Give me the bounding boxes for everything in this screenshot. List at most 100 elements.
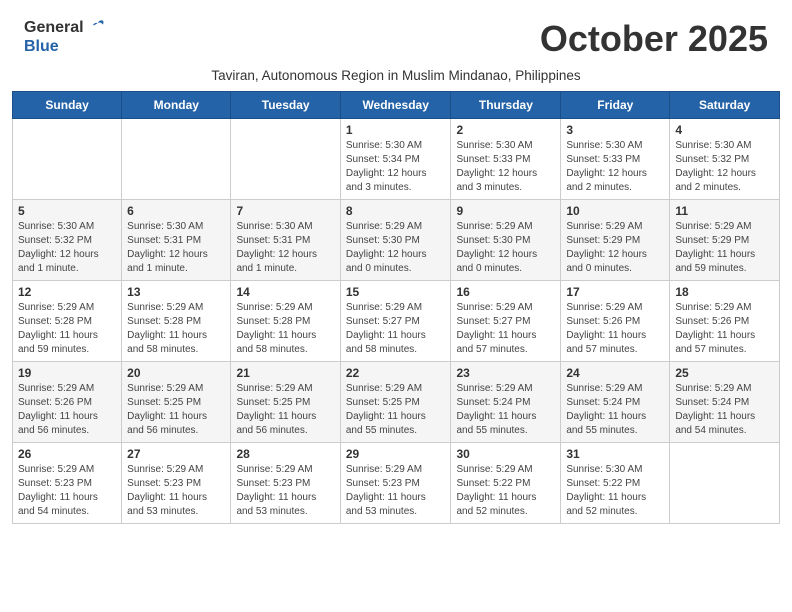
calendar-row-1: 1 Sunrise: 5:30 AM Sunset: 5:34 PM Daylig… <box>13 119 780 200</box>
page-header: General Blue October 2025 <box>0 0 792 66</box>
day-info: Sunrise: 5:29 AM Sunset: 5:24 PM Dayligh… <box>456 382 555 438</box>
calendar-cell: 17Sunrise: 5:29 AM Sunset: 5:26 PM Dayli… <box>561 281 670 362</box>
header-day-friday: Friday <box>561 92 670 119</box>
calendar-cell: 1 Sunrise: 5:30 AM Sunset: 5:34 PM Daylig… <box>340 119 451 200</box>
day-info: Sunrise: 5:29 AM Sunset: 5:30 PM Dayligh… <box>346 220 446 276</box>
calendar-cell <box>231 119 340 200</box>
day-info: Sunrise: 5:29 AM Sunset: 5:23 PM Dayligh… <box>18 463 116 519</box>
day-info: Sunrise: 5:29 AM Sunset: 5:25 PM Dayligh… <box>127 382 225 438</box>
calendar-cell: 19 Sunrise: 5:29 AM Sunset: 5:26 PM Dayli… <box>13 362 122 443</box>
day-number: 14 <box>236 285 334 299</box>
logo-bird-icon <box>86 18 106 38</box>
calendar-cell <box>670 443 780 524</box>
day-info: Sunrise: 5:29 AM Sunset: 5:28 PM Dayligh… <box>127 301 225 357</box>
day-number: 20 <box>127 366 225 380</box>
day-number: 3 <box>566 123 664 137</box>
calendar-subtitle: Taviran, Autonomous Region in Muslim Min… <box>0 66 792 91</box>
day-number: 26 <box>18 447 116 461</box>
calendar-cell: 5 Sunrise: 5:30 AM Sunset: 5:32 PM Daylig… <box>13 200 122 281</box>
day-info: Sunrise: 5:29 AM Sunset: 5:26 PM Dayligh… <box>566 301 664 357</box>
day-info: Sunrise: 5:29 AM Sunset: 5:22 PM Dayligh… <box>456 463 555 519</box>
day-info: Sunrise: 5:29 AM Sunset: 5:29 PM Dayligh… <box>675 220 774 276</box>
day-info: Sunrise: 5:29 AM Sunset: 5:28 PM Dayligh… <box>236 301 334 357</box>
header-day-thursday: Thursday <box>451 92 561 119</box>
calendar-cell: 2Sunrise: 5:30 AM Sunset: 5:33 PM Daylig… <box>451 119 561 200</box>
day-number: 5 <box>18 204 116 218</box>
day-info: Sunrise: 5:30 AM Sunset: 5:22 PM Dayligh… <box>566 463 664 519</box>
day-info: Sunrise: 5:30 AM Sunset: 5:32 PM Dayligh… <box>675 139 774 195</box>
calendar-row-3: 12Sunrise: 5:29 AM Sunset: 5:28 PM Dayli… <box>13 281 780 362</box>
day-info: Sunrise: 5:29 AM Sunset: 5:28 PM Dayligh… <box>18 301 116 357</box>
calendar-cell: 21 Sunrise: 5:29 AM Sunset: 5:25 PM Dayli… <box>231 362 340 443</box>
day-number: 23 <box>456 366 555 380</box>
calendar-cell: 8 Sunrise: 5:29 AM Sunset: 5:30 PM Daylig… <box>340 200 451 281</box>
day-info: Sunrise: 5:30 AM Sunset: 5:31 PM Dayligh… <box>127 220 225 276</box>
calendar-cell: 23 Sunrise: 5:29 AM Sunset: 5:24 PM Dayli… <box>451 362 561 443</box>
day-info: Sunrise: 5:30 AM Sunset: 5:34 PM Dayligh… <box>346 139 446 195</box>
day-info: Sunrise: 5:29 AM Sunset: 5:30 PM Dayligh… <box>456 220 555 276</box>
calendar-cell: 10Sunrise: 5:29 AM Sunset: 5:29 PM Dayli… <box>561 200 670 281</box>
day-number: 9 <box>456 204 555 218</box>
day-number: 15 <box>346 285 446 299</box>
day-info: Sunrise: 5:29 AM Sunset: 5:24 PM Dayligh… <box>566 382 664 438</box>
header-row: SundayMondayTuesdayWednesdayThursdayFrid… <box>13 92 780 119</box>
calendar-cell: 22 Sunrise: 5:29 AM Sunset: 5:25 PM Dayli… <box>340 362 451 443</box>
day-info: Sunrise: 5:30 AM Sunset: 5:31 PM Dayligh… <box>236 220 334 276</box>
calendar-cell: 16Sunrise: 5:29 AM Sunset: 5:27 PM Dayli… <box>451 281 561 362</box>
day-number: 22 <box>346 366 446 380</box>
calendar-cell: 14 Sunrise: 5:29 AM Sunset: 5:28 PM Dayli… <box>231 281 340 362</box>
calendar-cell: 31 Sunrise: 5:30 AM Sunset: 5:22 PM Dayli… <box>561 443 670 524</box>
calendar-cell: 4 Sunrise: 5:30 AM Sunset: 5:32 PM Daylig… <box>670 119 780 200</box>
calendar-cell: 20 Sunrise: 5:29 AM Sunset: 5:25 PM Dayli… <box>122 362 231 443</box>
calendar-cell: 25 Sunrise: 5:29 AM Sunset: 5:24 PM Dayli… <box>670 362 780 443</box>
header-day-saturday: Saturday <box>670 92 780 119</box>
calendar-cell: 26 Sunrise: 5:29 AM Sunset: 5:23 PM Dayli… <box>13 443 122 524</box>
day-info: Sunrise: 5:30 AM Sunset: 5:32 PM Dayligh… <box>18 220 116 276</box>
day-number: 29 <box>346 447 446 461</box>
day-number: 11 <box>675 204 774 218</box>
day-info: Sunrise: 5:30 AM Sunset: 5:33 PM Dayligh… <box>566 139 664 195</box>
day-info: Sunrise: 5:29 AM Sunset: 5:27 PM Dayligh… <box>456 301 555 357</box>
day-info: Sunrise: 5:29 AM Sunset: 5:24 PM Dayligh… <box>675 382 774 438</box>
day-number: 25 <box>675 366 774 380</box>
logo: General Blue <box>24 18 106 56</box>
day-number: 21 <box>236 366 334 380</box>
day-number: 8 <box>346 204 446 218</box>
header-day-wednesday: Wednesday <box>340 92 451 119</box>
day-number: 19 <box>18 366 116 380</box>
day-info: Sunrise: 5:29 AM Sunset: 5:23 PM Dayligh… <box>127 463 225 519</box>
day-number: 31 <box>566 447 664 461</box>
day-info: Sunrise: 5:29 AM Sunset: 5:23 PM Dayligh… <box>346 463 446 519</box>
logo-blue: Blue <box>24 38 59 56</box>
day-number: 28 <box>236 447 334 461</box>
calendar-cell: 6Sunrise: 5:30 AM Sunset: 5:31 PM Daylig… <box>122 200 231 281</box>
calendar-wrapper: SundayMondayTuesdayWednesdayThursdayFrid… <box>0 91 792 536</box>
header-day-tuesday: Tuesday <box>231 92 340 119</box>
calendar-cell: 12Sunrise: 5:29 AM Sunset: 5:28 PM Dayli… <box>13 281 122 362</box>
calendar-cell: 18Sunrise: 5:29 AM Sunset: 5:26 PM Dayli… <box>670 281 780 362</box>
day-number: 30 <box>456 447 555 461</box>
day-number: 2 <box>456 123 555 137</box>
calendar-cell: 15 Sunrise: 5:29 AM Sunset: 5:27 PM Dayli… <box>340 281 451 362</box>
day-info: Sunrise: 5:29 AM Sunset: 5:25 PM Dayligh… <box>346 382 446 438</box>
calendar-cell: 11 Sunrise: 5:29 AM Sunset: 5:29 PM Dayli… <box>670 200 780 281</box>
calendar-row-4: 19 Sunrise: 5:29 AM Sunset: 5:26 PM Dayli… <box>13 362 780 443</box>
calendar-cell: 13 Sunrise: 5:29 AM Sunset: 5:28 PM Dayli… <box>122 281 231 362</box>
day-number: 24 <box>566 366 664 380</box>
day-info: Sunrise: 5:29 AM Sunset: 5:27 PM Dayligh… <box>346 301 446 357</box>
header-day-monday: Monday <box>122 92 231 119</box>
day-info: Sunrise: 5:29 AM Sunset: 5:26 PM Dayligh… <box>18 382 116 438</box>
day-number: 13 <box>127 285 225 299</box>
month-title: October 2025 <box>540 18 768 60</box>
day-info: Sunrise: 5:29 AM Sunset: 5:23 PM Dayligh… <box>236 463 334 519</box>
calendar-cell: 3 Sunrise: 5:30 AM Sunset: 5:33 PM Daylig… <box>561 119 670 200</box>
calendar-cell: 7 Sunrise: 5:30 AM Sunset: 5:31 PM Daylig… <box>231 200 340 281</box>
day-number: 27 <box>127 447 225 461</box>
calendar-cell: 27 Sunrise: 5:29 AM Sunset: 5:23 PM Dayli… <box>122 443 231 524</box>
day-number: 7 <box>236 204 334 218</box>
day-info: Sunrise: 5:29 AM Sunset: 5:25 PM Dayligh… <box>236 382 334 438</box>
day-number: 1 <box>346 123 446 137</box>
logo-general: General <box>24 19 84 37</box>
day-number: 4 <box>675 123 774 137</box>
calendar-row-5: 26 Sunrise: 5:29 AM Sunset: 5:23 PM Dayli… <box>13 443 780 524</box>
